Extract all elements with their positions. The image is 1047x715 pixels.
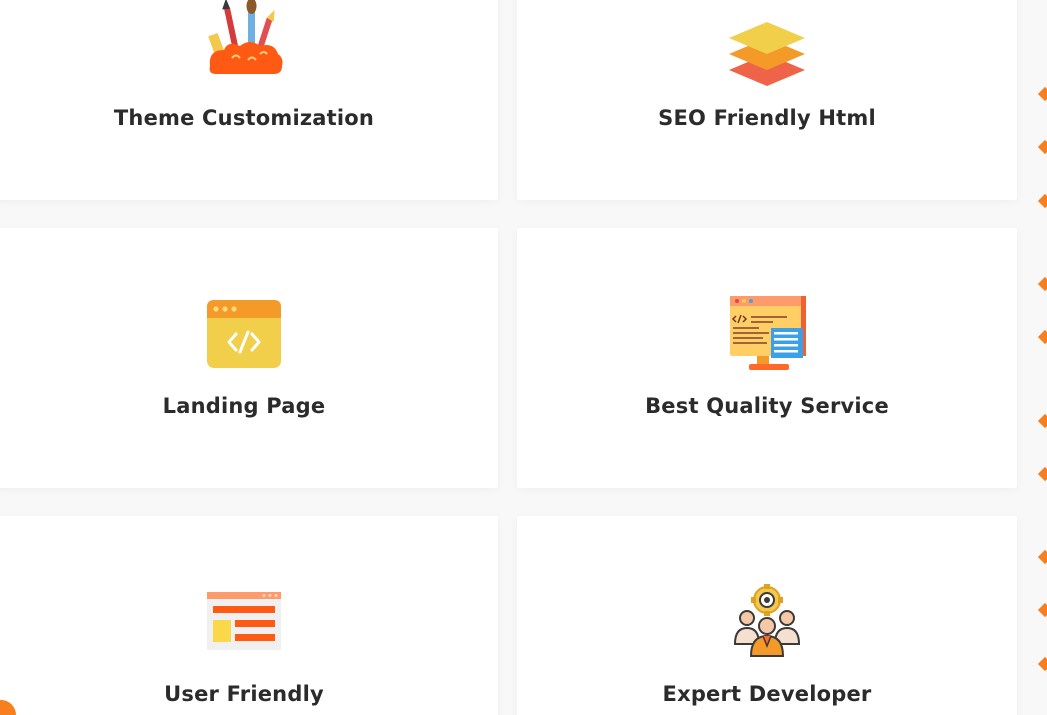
decorative-diamond-icon xyxy=(1037,86,1047,102)
feature-title: Theme Customization xyxy=(113,106,375,130)
decorative-diamond-icon xyxy=(1037,466,1047,482)
team-gear-icon xyxy=(727,580,807,660)
decorative-marker-strip xyxy=(1037,0,1047,715)
web-layout-icon xyxy=(204,582,284,662)
feature-title: SEO Friendly Html xyxy=(658,106,876,130)
feature-title: User Friendly xyxy=(164,682,324,706)
feature-card-best-quality-service[interactable]: Best Quality Service xyxy=(517,228,1017,488)
feature-card-user-friendly[interactable]: User Friendly xyxy=(0,516,498,715)
layers-icon xyxy=(727,6,807,86)
feature-card-landing-page[interactable]: Landing Page xyxy=(0,228,498,488)
decorative-diamond-icon xyxy=(1037,602,1047,618)
decorative-diamond-icon xyxy=(1037,549,1047,565)
decorative-diamond-icon xyxy=(1037,413,1047,429)
feature-title: Expert Developer xyxy=(662,682,872,706)
decorative-diamond-icon xyxy=(1037,193,1047,209)
code-window-icon xyxy=(204,294,284,374)
code-monitor-icon xyxy=(727,294,807,374)
decorative-diamond-icon xyxy=(1037,656,1047,672)
decorative-diamond-icon xyxy=(1037,139,1047,155)
paint-brushes-icon xyxy=(204,0,284,76)
feature-title: Landing Page xyxy=(162,394,326,418)
decorative-diamond-icon xyxy=(1037,276,1047,292)
feature-card-expert-developer[interactable]: Expert Developer xyxy=(517,516,1017,715)
feature-card-theme-customization[interactable]: Theme Customization xyxy=(0,0,498,200)
feature-title: Best Quality Service xyxy=(645,394,889,418)
decorative-diamond-icon xyxy=(1037,329,1047,345)
feature-card-seo-friendly-html[interactable]: SEO Friendly Html xyxy=(517,0,1017,200)
features-section: Theme Customization SEO Friendly Html La… xyxy=(0,0,1047,715)
